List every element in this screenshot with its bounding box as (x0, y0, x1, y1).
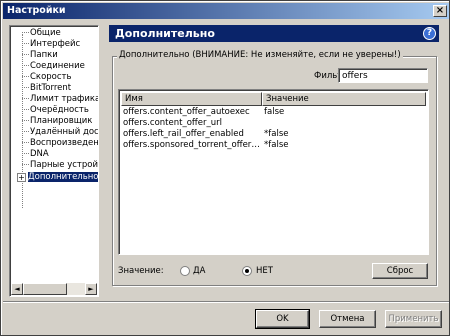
expand-icon[interactable]: + (17, 173, 26, 182)
row-value: *false (264, 140, 289, 150)
ok-button[interactable]: OK (255, 309, 310, 329)
footer-separator (3, 301, 449, 303)
tree-horizontal-scrollbar[interactable]: ◄ ► (11, 283, 97, 295)
table-row[interactable]: offers.left_rail_offer_enabled *false (121, 129, 421, 140)
title-bar: Настройки × (3, 3, 449, 19)
row-name: offers.content_offer_autoexec (123, 107, 250, 117)
tree-item-connection[interactable]: Соединение (22, 61, 85, 72)
row-value: false (264, 107, 285, 117)
row-name: offers.sponsored_torrent_offer_enabled (123, 140, 261, 150)
table-row[interactable]: offers.content_offer_autoexec false (121, 107, 421, 118)
column-header-value[interactable]: Значение (262, 92, 426, 106)
cancel-button[interactable]: Отмена (319, 310, 376, 328)
tree-item-advanced[interactable]: Дополнительно (28, 172, 98, 183)
settings-tree: Общие Интерфейс Папки Соединение Скорост… (9, 25, 99, 297)
scroll-right-icon[interactable]: ► (85, 283, 97, 295)
row-value: *false (264, 129, 289, 139)
tree-item-interface[interactable]: Интерфейс (22, 39, 80, 50)
row-name: offers.left_rail_offer_enabled (123, 129, 244, 139)
reset-button[interactable]: Сброс (372, 263, 428, 279)
tree-item-playback[interactable]: Воспроизведение (22, 138, 98, 149)
tree-item-speed[interactable]: Скорость (22, 72, 72, 83)
radio-yes[interactable] (180, 266, 190, 276)
tree-item-traffic-limit[interactable]: Лимит трафика (22, 94, 98, 105)
radio-no[interactable] (242, 266, 252, 276)
group-legend: Дополнительно (ВНИМАНИЕ: Не изменяйте, е… (117, 50, 403, 61)
settings-dialog: Настройки × Общие Интерфейс Папки Соедин… (0, 0, 450, 336)
filter-input[interactable] (338, 68, 428, 83)
radio-yes-label[interactable]: ДА (193, 266, 205, 277)
tree-item-folders[interactable]: Папки (22, 50, 58, 61)
page-title: Дополнительно (115, 27, 215, 40)
tree-item-bittorrent[interactable]: BitTorrent (22, 83, 71, 94)
table-row[interactable]: offers.sponsored_torrent_offer_enabled *… (121, 140, 421, 151)
table-row[interactable]: offers.content_offer_url (121, 118, 421, 129)
scroll-left-icon[interactable]: ◄ (11, 283, 23, 295)
apply-button[interactable]: Применить (385, 310, 442, 328)
window-title: Настройки (7, 5, 66, 16)
tree-item-general[interactable]: Общие (22, 28, 61, 39)
tree-item-dna[interactable]: DNA (22, 149, 49, 160)
row-name: offers.content_offer_url (123, 118, 222, 128)
tree-item-paired-devices[interactable]: Парные устройства (22, 160, 98, 171)
help-icon[interactable]: ? (423, 27, 436, 40)
tree-item-scheduler[interactable]: Планировщик (22, 116, 92, 127)
tree-item-queueing[interactable]: Очерёдность (22, 105, 89, 116)
page-header: Дополнительно ? (109, 25, 439, 42)
scroll-thumb[interactable] (23, 283, 67, 295)
close-button[interactable]: × (433, 5, 447, 17)
radio-no-label[interactable]: НЕТ (256, 266, 273, 277)
column-header-name[interactable]: Имя (121, 92, 262, 106)
value-label: Значение: (118, 266, 164, 276)
settings-table: Имя Значение offers.content_offer_autoex… (118, 89, 429, 255)
tree-item-remote[interactable]: Удалённый доступ (22, 127, 98, 138)
